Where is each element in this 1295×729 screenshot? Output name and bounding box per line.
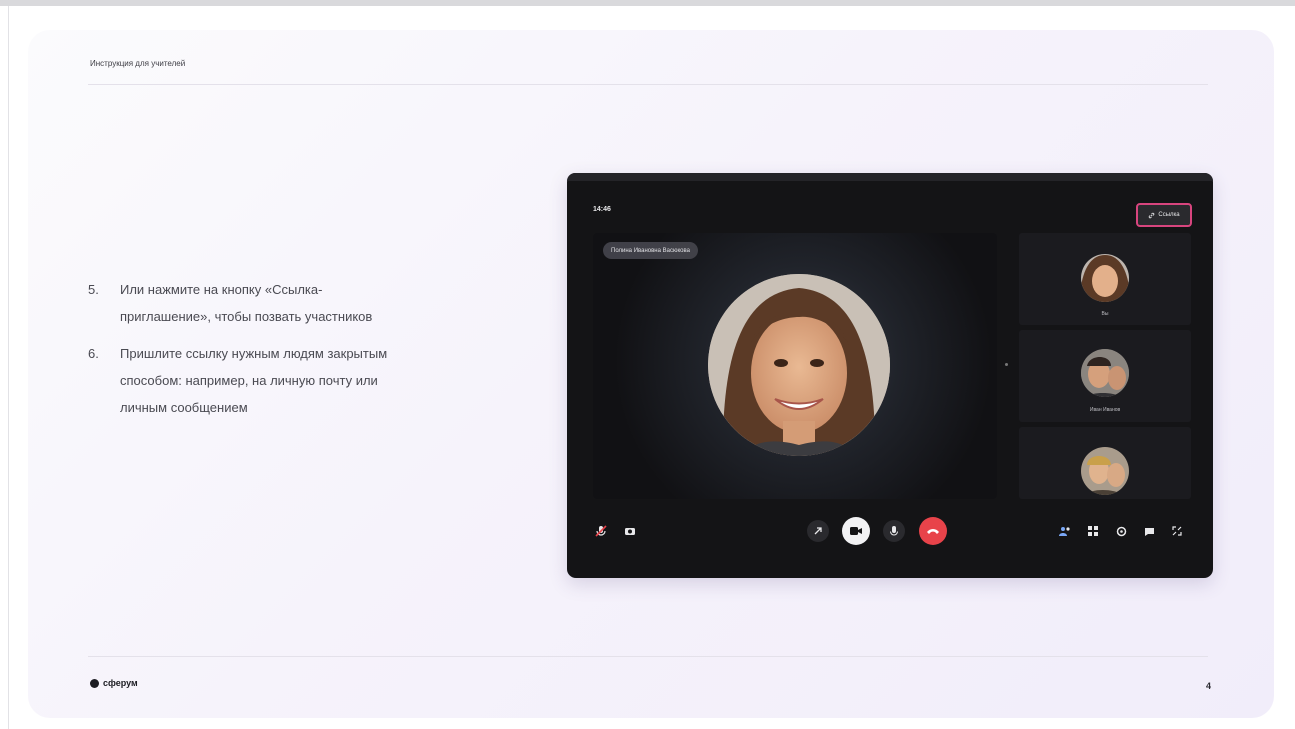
step-number: 5. xyxy=(88,282,99,297)
video-icon[interactable] xyxy=(842,517,870,545)
grid-icon[interactable] xyxy=(1085,523,1101,539)
camera-icon[interactable] xyxy=(622,523,638,539)
fullscreen-icon[interactable] xyxy=(1169,523,1185,539)
step-number: 6. xyxy=(88,346,99,361)
instruction-steps: 5. Или нажмите на кнопку «Ссылка-приглаш… xyxy=(88,276,408,431)
window-title-bar xyxy=(567,173,1213,181)
speaker-name-tag: Полина Ивановна Васюкова xyxy=(603,242,698,259)
invite-link-button[interactable]: Ссылка xyxy=(1136,203,1192,227)
participant-name: Иван Иванов xyxy=(1089,407,1121,413)
window-left-border xyxy=(8,6,9,729)
screen-share-icon[interactable] xyxy=(807,520,829,542)
sferum-logo-icon xyxy=(90,678,99,688)
step-text: Пришлите ссылку нужным людям закрытым сп… xyxy=(120,346,388,415)
main-speaker-avatar xyxy=(708,274,890,456)
main-speaker-tile[interactable]: Полина Ивановна Васюкова xyxy=(593,233,997,499)
participant-name: Вы xyxy=(1101,311,1109,317)
video-call-window: 14:46 Ссылка Полина Ивановна Васюкова Вы… xyxy=(567,173,1213,578)
link-icon xyxy=(1149,212,1155,218)
window-top-border xyxy=(0,0,1295,6)
call-controls-bar xyxy=(567,511,1213,551)
participant-avatar xyxy=(1081,447,1129,495)
settings-icon[interactable] xyxy=(1113,523,1129,539)
step-item: 5. Или нажмите на кнопку «Ссылка-приглаш… xyxy=(88,276,408,330)
step-item: 6. Пришлите ссылку нужным людям закрытым… xyxy=(88,340,408,421)
participant-tile[interactable]: Иван Иванов xyxy=(1019,330,1191,422)
page-number: 4 xyxy=(1206,681,1212,691)
brand-logo: сферум xyxy=(90,678,138,688)
invite-link-label: Ссылка xyxy=(1158,212,1180,218)
footer-divider xyxy=(88,656,1208,657)
participants-icon[interactable] xyxy=(1057,523,1073,539)
header-divider xyxy=(88,84,1208,85)
panel-resize-handle[interactable] xyxy=(1005,363,1008,366)
step-text: Или нажмите на кнопку «Ссылка-приглашени… xyxy=(120,282,373,324)
end-call-icon[interactable] xyxy=(919,517,947,545)
brand-name: сферум xyxy=(103,678,138,688)
call-timer: 14:46 xyxy=(593,206,611,213)
slide-header: Инструкция для учителей xyxy=(90,59,186,68)
microphone-icon[interactable] xyxy=(883,520,905,542)
participant-tile[interactable] xyxy=(1019,427,1191,499)
chat-icon[interactable] xyxy=(1141,523,1157,539)
participant-tile[interactable]: Вы xyxy=(1019,233,1191,325)
mic-off-icon[interactable] xyxy=(593,523,609,539)
